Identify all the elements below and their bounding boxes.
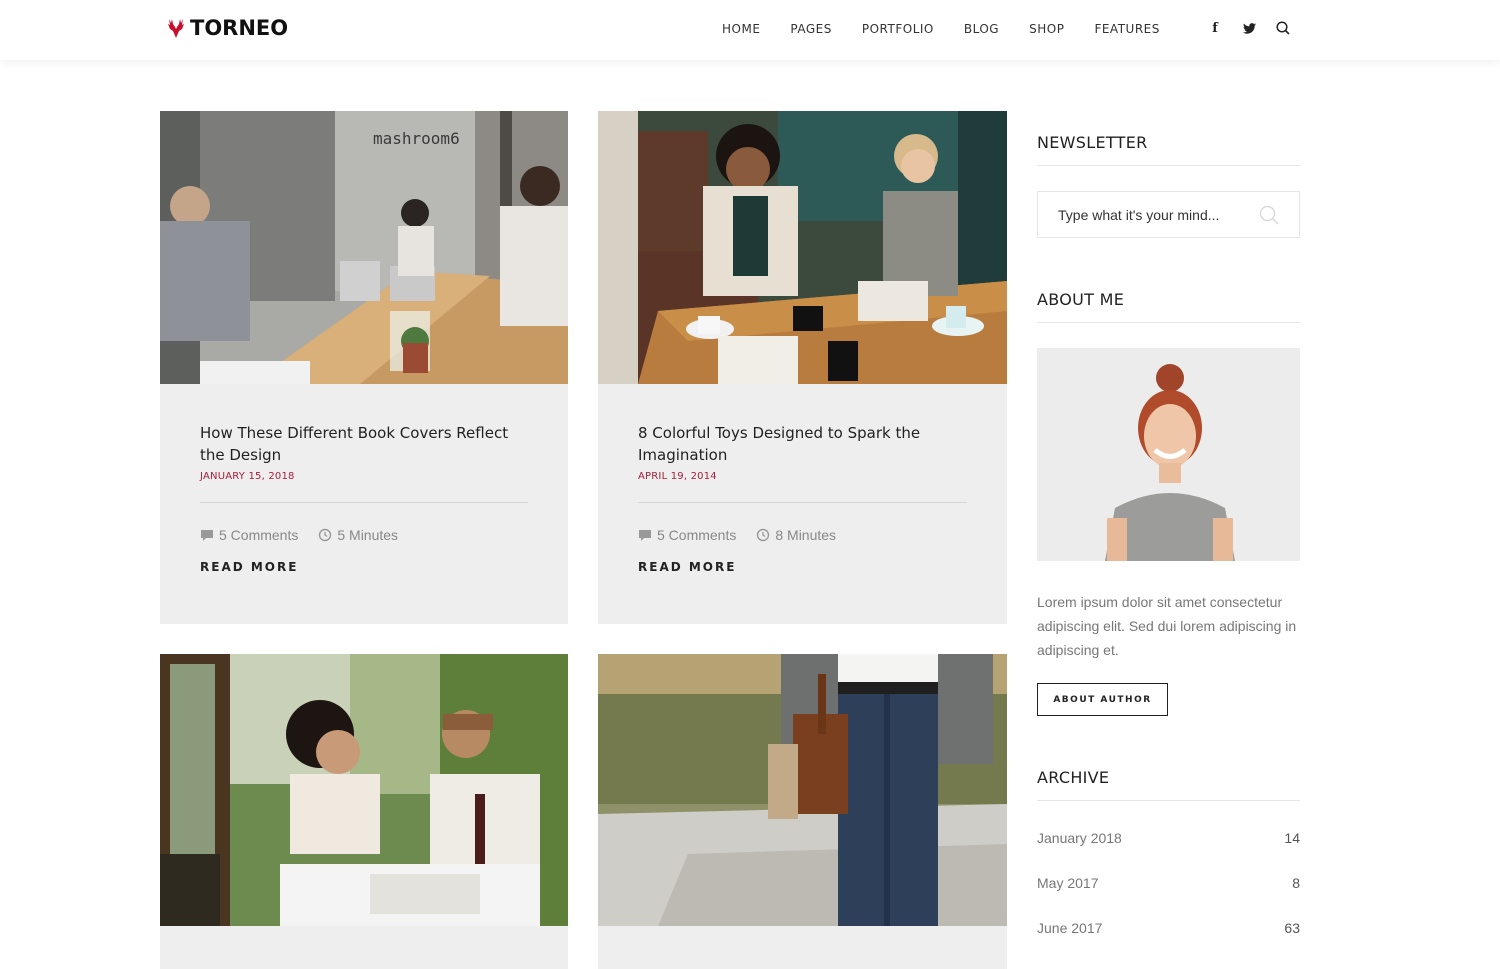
header-icons: f bbox=[1208, 20, 1290, 36]
post-card bbox=[598, 654, 1007, 969]
divider bbox=[1037, 322, 1300, 323]
nav-pages[interactable]: PAGES bbox=[790, 22, 831, 36]
nav-features[interactable]: FEATURES bbox=[1094, 22, 1159, 36]
newsletter-search-box bbox=[1037, 191, 1300, 238]
clock-icon bbox=[757, 528, 770, 542]
twitter-icon[interactable] bbox=[1242, 20, 1256, 36]
archive-count: 8 bbox=[1292, 875, 1300, 891]
divider bbox=[638, 502, 967, 503]
search-icon[interactable] bbox=[1276, 20, 1290, 36]
brand-name: TORNEO bbox=[190, 16, 289, 40]
clock-icon bbox=[319, 528, 332, 542]
archive-label: May 2017 bbox=[1037, 875, 1099, 891]
site-logo[interactable]: TORNEO bbox=[166, 16, 288, 40]
post-date: APRIL 19, 2014 bbox=[638, 471, 717, 482]
read-more-link[interactable]: READ MORE bbox=[638, 560, 967, 574]
read-time: 5 Minutes bbox=[318, 527, 398, 543]
nav-home[interactable]: HOME bbox=[722, 22, 760, 36]
search-icon[interactable] bbox=[1259, 205, 1279, 230]
read-time: 8 Minutes bbox=[756, 527, 836, 543]
post-image[interactable] bbox=[160, 654, 568, 926]
nav-blog[interactable]: BLOG bbox=[964, 22, 999, 36]
archive-item[interactable]: January 2018 14 bbox=[1037, 830, 1300, 846]
post-title[interactable]: 8 Colorful Toys Designed to Spark the Im… bbox=[638, 422, 967, 466]
site-header: TORNEO HOME PAGES PORTFOLIO BLOG SHOP FE… bbox=[0, 0, 1500, 60]
comments-count[interactable]: 5 Comments bbox=[638, 527, 736, 543]
divider bbox=[1037, 800, 1300, 801]
post-image[interactable] bbox=[598, 111, 1007, 384]
archive-item[interactable]: June 2017 63 bbox=[1037, 920, 1300, 936]
facebook-icon[interactable]: f bbox=[1208, 20, 1222, 36]
read-more-link[interactable]: READ MORE bbox=[200, 560, 528, 574]
comments-label: 5 Comments bbox=[219, 527, 299, 543]
deer-logo-icon bbox=[168, 19, 184, 38]
post-image[interactable]: mashroom6 bbox=[160, 111, 568, 384]
nav-shop[interactable]: SHOP bbox=[1029, 22, 1064, 36]
nav-portfolio[interactable]: PORTFOLIO bbox=[862, 22, 934, 36]
comments-count[interactable]: 5 Comments bbox=[200, 527, 298, 543]
divider bbox=[200, 502, 528, 503]
about-author-button[interactable]: ABOUT AUTHOR bbox=[1037, 683, 1168, 716]
comment-icon bbox=[639, 529, 651, 541]
archive-label: January 2018 bbox=[1037, 830, 1122, 846]
main-nav: HOME PAGES PORTFOLIO BLOG SHOP FEATURES bbox=[722, 22, 1190, 36]
archive-count: 14 bbox=[1284, 830, 1300, 846]
comments-label: 5 Comments bbox=[657, 527, 737, 543]
read-time-label: 8 Minutes bbox=[775, 527, 837, 543]
post-title[interactable]: How These Different Book Covers Reflect … bbox=[200, 422, 528, 466]
post-image[interactable] bbox=[598, 654, 1007, 926]
archive-heading: ARCHIVE bbox=[1037, 768, 1110, 787]
post-card bbox=[160, 654, 568, 969]
about-text: Lorem ipsum dolor sit amet consectetur a… bbox=[1037, 594, 1297, 658]
newsletter-input[interactable] bbox=[1038, 206, 1248, 223]
archive-label: June 2017 bbox=[1037, 920, 1103, 936]
archive-item[interactable]: May 2017 8 bbox=[1037, 875, 1300, 891]
about-heading: ABOUT ME bbox=[1037, 290, 1125, 309]
comment-icon bbox=[201, 529, 213, 541]
newsletter-heading: NEWSLETTER bbox=[1037, 133, 1148, 152]
author-photo bbox=[1037, 348, 1300, 561]
post-date: JANUARY 15, 2018 bbox=[200, 471, 295, 482]
read-time-label: 5 Minutes bbox=[337, 527, 399, 543]
post-card: mashroom6 How These Different Book Cover… bbox=[160, 111, 568, 624]
divider bbox=[1037, 165, 1300, 166]
post-card: 8 Colorful Toys Designed to Spark the Im… bbox=[598, 111, 1007, 624]
wall-sign-text: mashroom6 bbox=[373, 129, 460, 148]
archive-count: 63 bbox=[1284, 920, 1300, 936]
